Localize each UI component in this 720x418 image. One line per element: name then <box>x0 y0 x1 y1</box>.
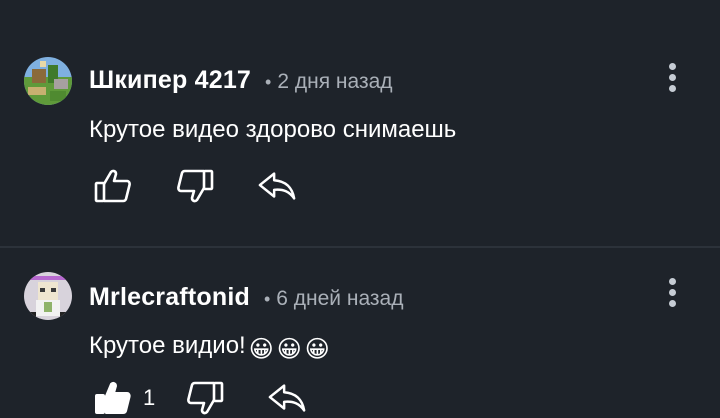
more-options-button[interactable] <box>664 63 680 99</box>
like-count: 1 <box>143 385 156 410</box>
minecraft-character-avatar-icon <box>24 272 72 320</box>
more-dot <box>668 74 676 81</box>
avatar[interactable] <box>24 272 72 320</box>
more-dot <box>668 289 676 296</box>
more-dot <box>668 63 676 70</box>
more-dot <box>668 300 676 307</box>
separator-dot: • <box>265 72 272 92</box>
comment-item: Mrlecraftonid • 6 дней назад Крутое види… <box>0 248 720 415</box>
avatar[interactable] <box>24 57 72 105</box>
more-options-button[interactable] <box>664 278 680 314</box>
dislike-button[interactable] <box>185 378 225 418</box>
comment-actions <box>93 166 297 206</box>
grinning-face-emoji: 😀 <box>248 336 274 363</box>
comment-item: Шкипер 4217 • 2 дня назад Крутое видео з… <box>0 0 720 246</box>
grinning-face-emoji: 😀 <box>276 336 302 363</box>
reply-button[interactable] <box>257 166 297 206</box>
thumbs-up-icon <box>94 169 131 203</box>
comment-text: Крутое видео здорово снимаешь <box>89 116 457 143</box>
author-name[interactable]: Шкипер 4217 <box>89 66 251 95</box>
comment-header: Mrlecraftonid • 6 дней назад <box>89 283 403 312</box>
author-name[interactable]: Mrlecraftonid <box>89 283 250 312</box>
more-dot <box>668 278 676 285</box>
like-button[interactable] <box>93 166 133 206</box>
reply-arrow-icon <box>258 172 296 200</box>
minecraft-scene-avatar-icon <box>24 57 72 105</box>
comment-actions: 1 <box>93 378 307 418</box>
comment-text-body: Крутое видио! <box>89 332 246 359</box>
dislike-button[interactable] <box>175 166 215 206</box>
comment-text: Крутое видио! 😀 😀 😀 <box>89 332 330 364</box>
thumbs-down-icon <box>177 169 214 203</box>
like-button[interactable] <box>93 378 133 418</box>
comment-header: Шкипер 4217 • 2 дня назад <box>89 66 393 95</box>
comment-timestamp: 2 дня назад <box>277 70 393 93</box>
more-dot <box>668 85 676 92</box>
separator-dot: • <box>263 289 271 309</box>
reply-button[interactable] <box>267 378 307 418</box>
comment-timestamp: 6 дней назад <box>276 287 404 310</box>
grinning-face-emoji: 😀 <box>304 336 330 363</box>
thumbs-up-filled-icon <box>95 381 131 414</box>
thumbs-down-icon <box>187 381 224 415</box>
reply-arrow-icon <box>268 384 306 412</box>
